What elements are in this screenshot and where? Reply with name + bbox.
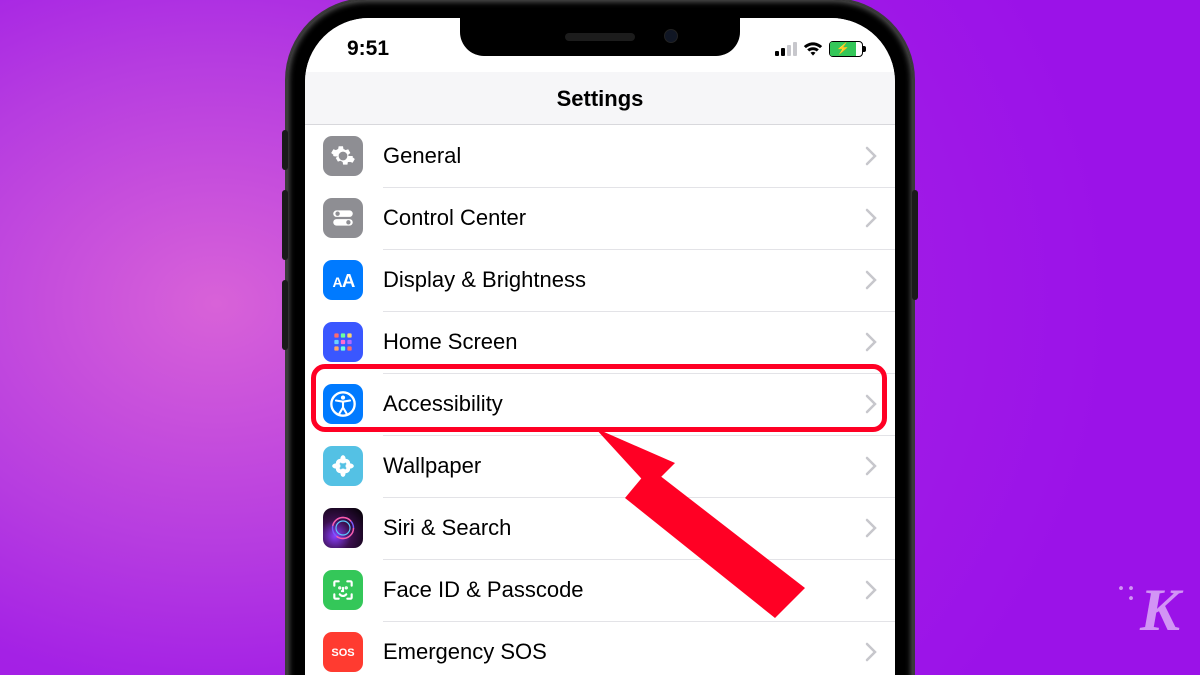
page-title: Settings	[305, 72, 895, 125]
charging-bolt-icon: ⚡	[836, 44, 850, 55]
row-display-brightness[interactable]: AA Display & Brightness	[305, 249, 895, 311]
row-accessibility[interactable]: Accessibility	[305, 373, 895, 435]
grid-icon	[323, 322, 363, 362]
row-general[interactable]: General	[305, 125, 895, 187]
faceid-icon	[323, 570, 363, 610]
volume-down-button	[282, 280, 288, 350]
siri-icon	[323, 508, 363, 548]
volume-up-button	[282, 190, 288, 260]
row-faceid-passcode[interactable]: Face ID & Passcode	[305, 559, 895, 621]
row-label: Control Center	[383, 205, 865, 231]
row-label: Accessibility	[383, 391, 865, 417]
chevron-right-icon	[865, 580, 877, 600]
row-home-screen[interactable]: Home Screen	[305, 311, 895, 373]
cellular-signal-icon	[775, 42, 797, 56]
battery-icon: ⚡	[829, 41, 863, 57]
row-siri-search[interactable]: Siri & Search	[305, 497, 895, 559]
settings-list[interactable]: General Control Center AA Display & Brig…	[305, 125, 895, 675]
notch	[460, 18, 740, 56]
flower-icon	[323, 446, 363, 486]
watermark-logo: ∙∙ ∙ K	[1140, 576, 1178, 645]
row-label: Display & Brightness	[383, 267, 865, 293]
chevron-right-icon	[865, 394, 877, 414]
chevron-right-icon	[865, 146, 877, 166]
row-label: General	[383, 143, 865, 169]
wifi-icon	[803, 41, 823, 57]
row-label: Emergency SOS	[383, 639, 865, 665]
row-label: Face ID & Passcode	[383, 577, 865, 603]
power-button	[912, 190, 918, 300]
row-wallpaper[interactable]: Wallpaper	[305, 435, 895, 497]
front-camera	[664, 29, 678, 43]
switches-icon	[323, 198, 363, 238]
watermark-dots-icon: ∙∙ ∙	[1118, 584, 1138, 604]
accessibility-icon	[323, 384, 363, 424]
svg-text:A: A	[342, 270, 355, 291]
gear-icon	[323, 136, 363, 176]
svg-text:SOS: SOS	[331, 647, 354, 659]
phone-screen: 9:51 ⚡ Settings General	[305, 18, 895, 675]
watermark-letter: K	[1140, 577, 1178, 643]
chevron-right-icon	[865, 208, 877, 228]
chevron-right-icon	[865, 456, 877, 476]
chevron-right-icon	[865, 270, 877, 290]
row-label: Home Screen	[383, 329, 865, 355]
status-time: 9:51	[347, 37, 389, 61]
status-indicators: ⚡	[775, 41, 863, 57]
row-control-center[interactable]: Control Center	[305, 187, 895, 249]
row-label: Siri & Search	[383, 515, 865, 541]
row-label: Wallpaper	[383, 453, 865, 479]
chevron-right-icon	[865, 332, 877, 352]
text-size-icon: AA	[323, 260, 363, 300]
speaker	[565, 33, 635, 41]
sos-icon: SOS	[323, 632, 363, 672]
row-emergency-sos[interactable]: SOS Emergency SOS	[305, 621, 895, 675]
chevron-right-icon	[865, 518, 877, 538]
mute-switch	[282, 130, 288, 170]
phone-frame: 9:51 ⚡ Settings General	[287, 0, 913, 675]
chevron-right-icon	[865, 642, 877, 662]
